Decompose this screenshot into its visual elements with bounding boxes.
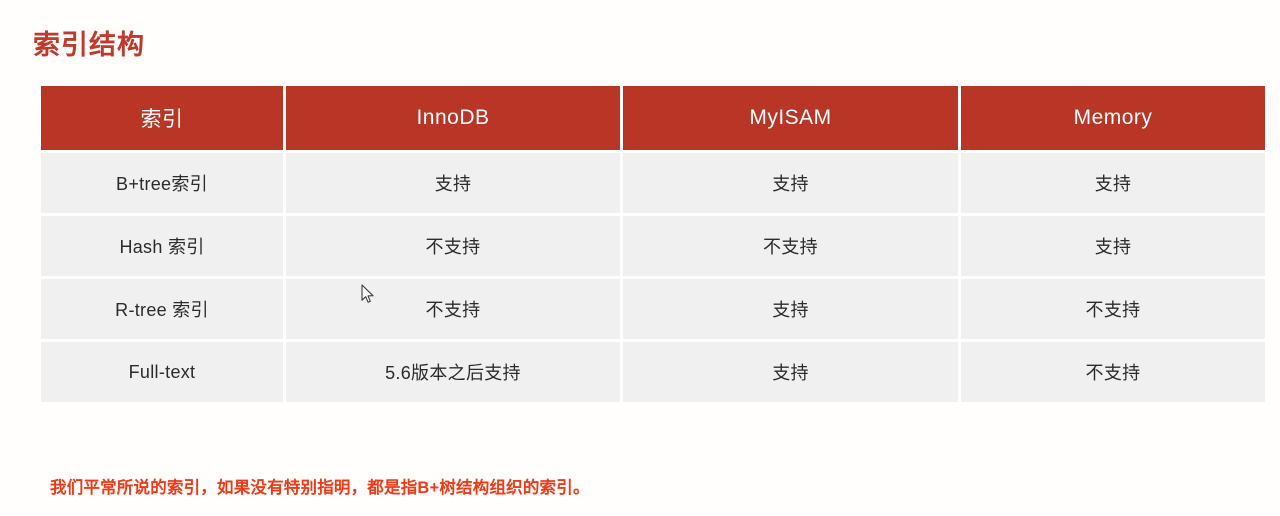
cell-memory-2: 不支持 [961,279,1265,339]
table-row: R-tree 索引 不支持 支持 不支持 [41,279,1265,339]
table-row: B+tree索引 支持 支持 支持 [41,153,1265,213]
index-structure-table-container: 索引 InnoDB MyISAM Memory B+tree索引 支持 支持 支… [41,86,1265,402]
cell-myisam-2: 支持 [623,279,958,339]
cell-memory-1: 支持 [961,216,1265,276]
cell-myisam-0: 支持 [623,153,958,213]
table-header-row: 索引 InnoDB MyISAM Memory [41,86,1265,150]
cell-index-3: Full-text [41,342,283,402]
cell-innodb-2: 不支持 [286,279,620,339]
index-structure-table: 索引 InnoDB MyISAM Memory B+tree索引 支持 支持 支… [38,83,1268,405]
column-header-innodb: InnoDB [286,86,620,150]
table-header: 索引 InnoDB MyISAM Memory [41,86,1265,150]
cell-innodb-0: 支持 [286,153,620,213]
cell-memory-3: 不支持 [961,342,1265,402]
slide-page: 索引结构 索引 InnoDB MyISAM Memory B+tree索引 支持… [0,0,1280,516]
column-header-memory: Memory [961,86,1265,150]
cell-myisam-1: 不支持 [623,216,958,276]
cell-index-0: B+tree索引 [41,153,283,213]
table-row: Hash 索引 不支持 不支持 支持 [41,216,1265,276]
table-row: Full-text 5.6版本之后支持 支持 不支持 [41,342,1265,402]
footnote-text: 我们平常所说的索引，如果没有特别指明，都是指B+树结构组织的索引。 [50,479,590,497]
cell-memory-0: 支持 [961,153,1265,213]
table-body: B+tree索引 支持 支持 支持 Hash 索引 不支持 不支持 支持 R-t… [41,153,1265,402]
cell-index-2: R-tree 索引 [41,279,283,339]
page-title: 索引结构 [33,30,145,61]
column-header-index: 索引 [41,86,283,150]
cell-innodb-3: 5.6版本之后支持 [286,342,620,402]
cell-index-1: Hash 索引 [41,216,283,276]
cell-myisam-3: 支持 [623,342,958,402]
column-header-myisam: MyISAM [623,86,958,150]
cell-innodb-1: 不支持 [286,216,620,276]
